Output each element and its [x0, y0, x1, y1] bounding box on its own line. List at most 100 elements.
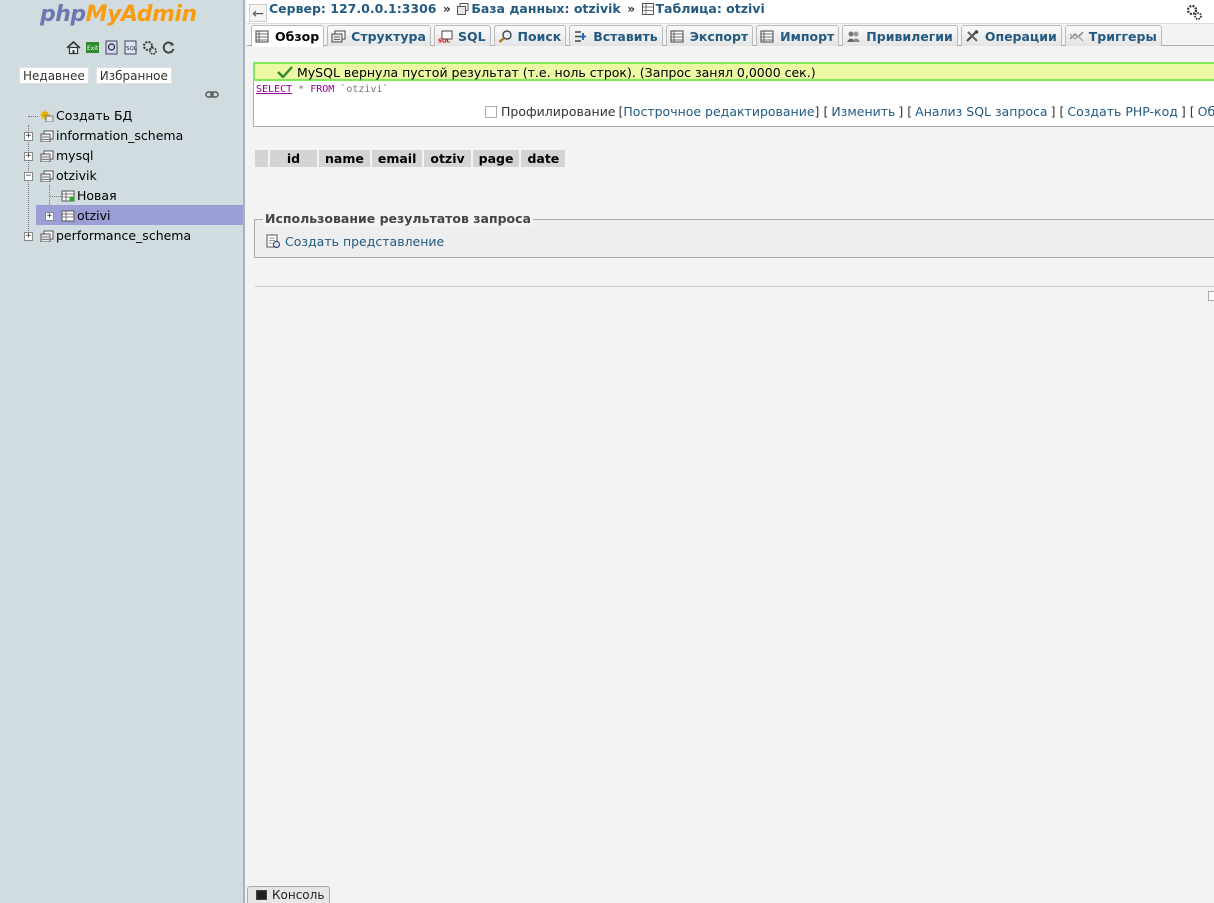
table-icon: [641, 3, 654, 15]
sql-query-text[interactable]: SELECT * FROM `otzivi`: [256, 84, 388, 95]
operations-icon: [965, 29, 980, 43]
expand-icon[interactable]: +: [24, 132, 33, 141]
tab-triggers[interactable]: Триггеры: [1064, 25, 1162, 46]
expand-icon[interactable]: +: [24, 232, 33, 241]
expand-icon[interactable]: +: [24, 152, 33, 161]
tab-label: Поиск: [517, 28, 562, 44]
svg-text:SQL: SQL: [438, 38, 451, 43]
column-header-date[interactable]: date: [521, 150, 566, 167]
breadcrumb: Сервер: 127.0.0.1:3306 » База данных: ot…: [269, 1, 765, 16]
tab-operations[interactable]: Операции: [960, 25, 1062, 46]
tab-label: Операции: [984, 28, 1057, 44]
results-corner-cell: [255, 150, 268, 167]
logo-my: My: [85, 2, 122, 27]
new-table-icon: [61, 188, 75, 202]
tree-item-label: performance_schema: [56, 228, 192, 243]
results-table-header: id name email otziv page date: [255, 150, 566, 167]
tab-label: SQL: [457, 28, 486, 44]
reload-icon[interactable]: [161, 40, 176, 55]
tree-item-new-table[interactable]: Новая: [61, 186, 117, 206]
tab-sql[interactable]: SQL SQL: [433, 25, 491, 46]
column-header-otziv[interactable]: otziv: [424, 150, 471, 167]
sql-icon: SQL: [438, 30, 453, 44]
tree-item-create-db[interactable]: Создать БД: [40, 106, 132, 126]
tree-item-label: otzivi: [77, 208, 111, 223]
column-header-email[interactable]: email: [371, 150, 423, 167]
tree-item-otzivik[interactable]: otzivik: [40, 166, 97, 186]
insert-icon: [573, 30, 588, 43]
bracket: [: [1059, 104, 1065, 119]
settings-icon[interactable]: [142, 40, 157, 55]
collapse-sidebar-arrow-icon[interactable]: ←: [249, 4, 267, 22]
table-tabs: Обзор Структура SQL SQL Поиск Вставить Э…: [251, 25, 1162, 47]
phpmyadmin-logo[interactable]: phpMyAdmin: [40, 2, 197, 27]
tab-browse[interactable]: Обзор: [251, 25, 325, 47]
success-message: MySQL вернула пустой результат (т.е. нол…: [253, 62, 1214, 81]
tree-line: [28, 125, 29, 239]
bracket: [: [1189, 104, 1195, 119]
console-toggle[interactable]: Консоль: [247, 886, 330, 903]
sql-action-links: Профилирование [ Построчное редактировани…: [485, 104, 1214, 119]
tree-line: [49, 196, 61, 197]
browse-icon: [255, 30, 270, 43]
tab-insert[interactable]: Вставить: [569, 25, 663, 46]
breadcrumb-separator: »: [442, 1, 451, 16]
tab-structure[interactable]: Структура: [327, 25, 431, 46]
create-view-icon: [266, 234, 281, 249]
page-settings-toggle-icon[interactable]: [1208, 291, 1214, 301]
logo-php: php: [40, 2, 86, 27]
explain-link[interactable]: Анализ SQL запроса: [915, 104, 1047, 119]
tree-item-mysql[interactable]: mysql: [40, 146, 94, 166]
navigation-sidebar: phpMyAdmin Exit SQL Недавнее Избранное С…: [0, 0, 245, 903]
bracket: ]: [814, 104, 820, 119]
bracket: [: [907, 104, 913, 119]
expand-icon[interactable]: +: [45, 212, 54, 221]
sql-keyword-select[interactable]: SELECT: [256, 84, 292, 95]
breadcrumb-separator: »: [627, 1, 636, 16]
breadcrumb-table[interactable]: Таблица: otzivi: [656, 1, 765, 16]
new-db-icon: [40, 108, 54, 123]
home-icon[interactable]: [66, 40, 81, 55]
profiling-checkbox[interactable]: [485, 105, 497, 118]
search-icon: [498, 29, 513, 43]
tab-search[interactable]: Поиск: [493, 25, 567, 46]
logo-admin: Admin: [120, 2, 197, 27]
profiling-label[interactable]: Профилирование: [501, 104, 616, 119]
favorites-tab[interactable]: Избранное: [95, 67, 172, 84]
refresh-link[interactable]: Обновит: [1198, 104, 1214, 119]
tree-item-performance-schema[interactable]: performance_schema: [40, 226, 191, 246]
breadcrumb-database[interactable]: База данных: otzivik: [471, 1, 620, 16]
query-results-legend: Использование результатов запроса: [263, 211, 533, 226]
column-header-id[interactable]: id: [270, 150, 317, 167]
tree-item-information-schema[interactable]: information_schema: [40, 126, 183, 146]
tab-export[interactable]: Экспорт: [665, 25, 754, 46]
column-header-name[interactable]: name: [319, 150, 370, 167]
exit-icon[interactable]: Exit: [85, 40, 100, 55]
breadcrumb-server[interactable]: Сервер: 127.0.0.1:3306: [269, 1, 437, 16]
collapse-icon[interactable]: −: [24, 172, 33, 181]
tab-label: Обзор: [275, 29, 320, 44]
recent-tab[interactable]: Недавнее: [19, 67, 89, 84]
sql-keyword-from: FROM: [310, 84, 335, 95]
column-header-page[interactable]: page: [472, 150, 520, 167]
triggers-icon: [1069, 30, 1084, 43]
tab-import[interactable]: Импорт: [756, 25, 840, 46]
export-icon: [670, 30, 685, 43]
sql-query-box: SELECT * FROM `otzivi` Профилирование [П…: [253, 81, 1214, 127]
docs-icon[interactable]: [104, 40, 119, 55]
tab-privileges[interactable]: Привилегии: [842, 25, 958, 46]
console-icon: [256, 890, 267, 900]
tab-label: Импорт: [780, 28, 835, 44]
edit-link[interactable]: Изменить: [831, 104, 895, 119]
bracket: ]: [1180, 104, 1186, 119]
sidebar-icon-bar: Exit SQL: [66, 40, 176, 55]
php-code-link[interactable]: Создать PHP-код: [1067, 104, 1178, 119]
tree-item-otzivi[interactable]: otzivi: [61, 206, 110, 226]
link-icon[interactable]: [205, 89, 219, 99]
svg-text:Exit: Exit: [87, 45, 99, 52]
create-view-link[interactable]: Создать представление: [266, 234, 444, 249]
inline-edit-link[interactable]: Построчное редактирование: [623, 104, 814, 119]
sql-docs-icon[interactable]: SQL: [123, 40, 138, 55]
tab-label: Триггеры: [1088, 28, 1157, 44]
settings-gear-icon[interactable]: [1186, 4, 1202, 20]
